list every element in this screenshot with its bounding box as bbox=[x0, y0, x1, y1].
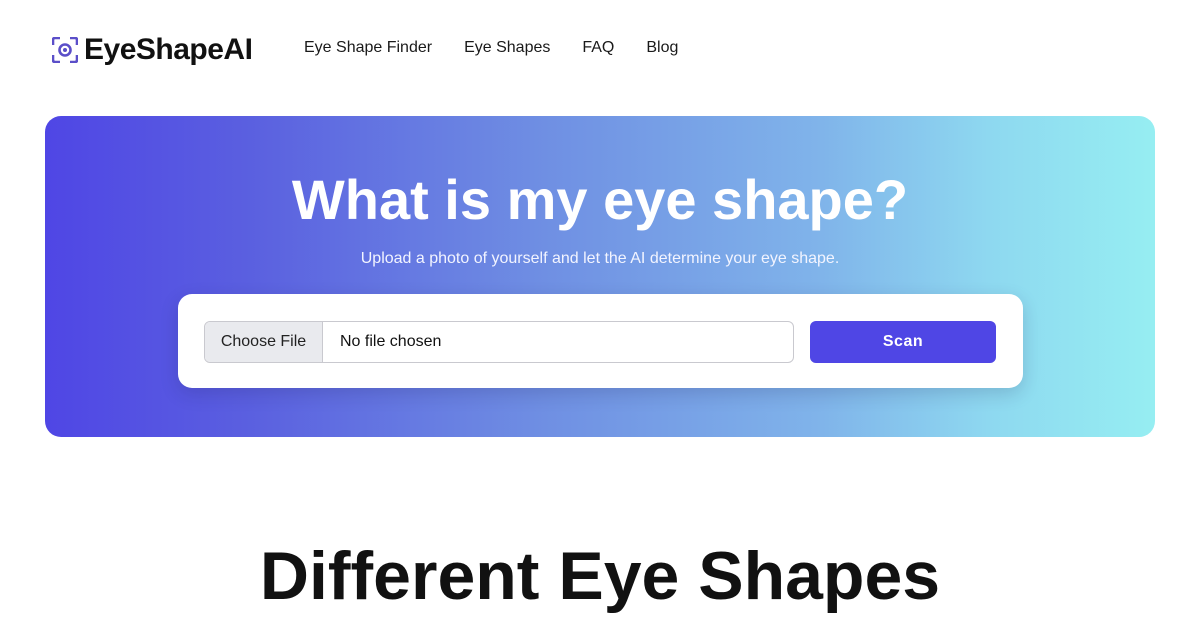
nav-link-eye-shapes[interactable]: Eye Shapes bbox=[464, 38, 550, 58]
nav-link-faq[interactable]: FAQ bbox=[582, 38, 614, 58]
logo-link[interactable]: EyeShapeAI bbox=[52, 32, 253, 68]
file-status-text: No file chosen bbox=[340, 333, 442, 350]
main-nav: Eye Shape Finder Eye Shapes FAQ Blog bbox=[304, 38, 678, 58]
hero-title: What is my eye shape? bbox=[291, 168, 909, 231]
choose-file-button[interactable]: Choose File bbox=[205, 322, 323, 362]
site-header: EyeShapeAI Eye Shape Finder Eye Shapes F… bbox=[0, 0, 1200, 100]
hero-banner: What is my eye shape? Upload a photo of … bbox=[45, 116, 1155, 437]
scan-button[interactable]: Scan bbox=[810, 321, 996, 363]
hero-subtitle: Upload a photo of yourself and let the A… bbox=[360, 250, 840, 267]
nav-link-blog[interactable]: Blog bbox=[646, 38, 678, 58]
file-upload-input[interactable]: Choose File No file chosen bbox=[204, 321, 794, 363]
brand-name: EyeShapeAI bbox=[84, 33, 253, 66]
eye-scan-icon bbox=[52, 37, 78, 63]
nav-link-eye-shape-finder[interactable]: Eye Shape Finder bbox=[304, 38, 432, 58]
section-title: Different Eye Shapes bbox=[259, 538, 941, 614]
upload-card: Choose File No file chosen Scan bbox=[178, 294, 1023, 388]
